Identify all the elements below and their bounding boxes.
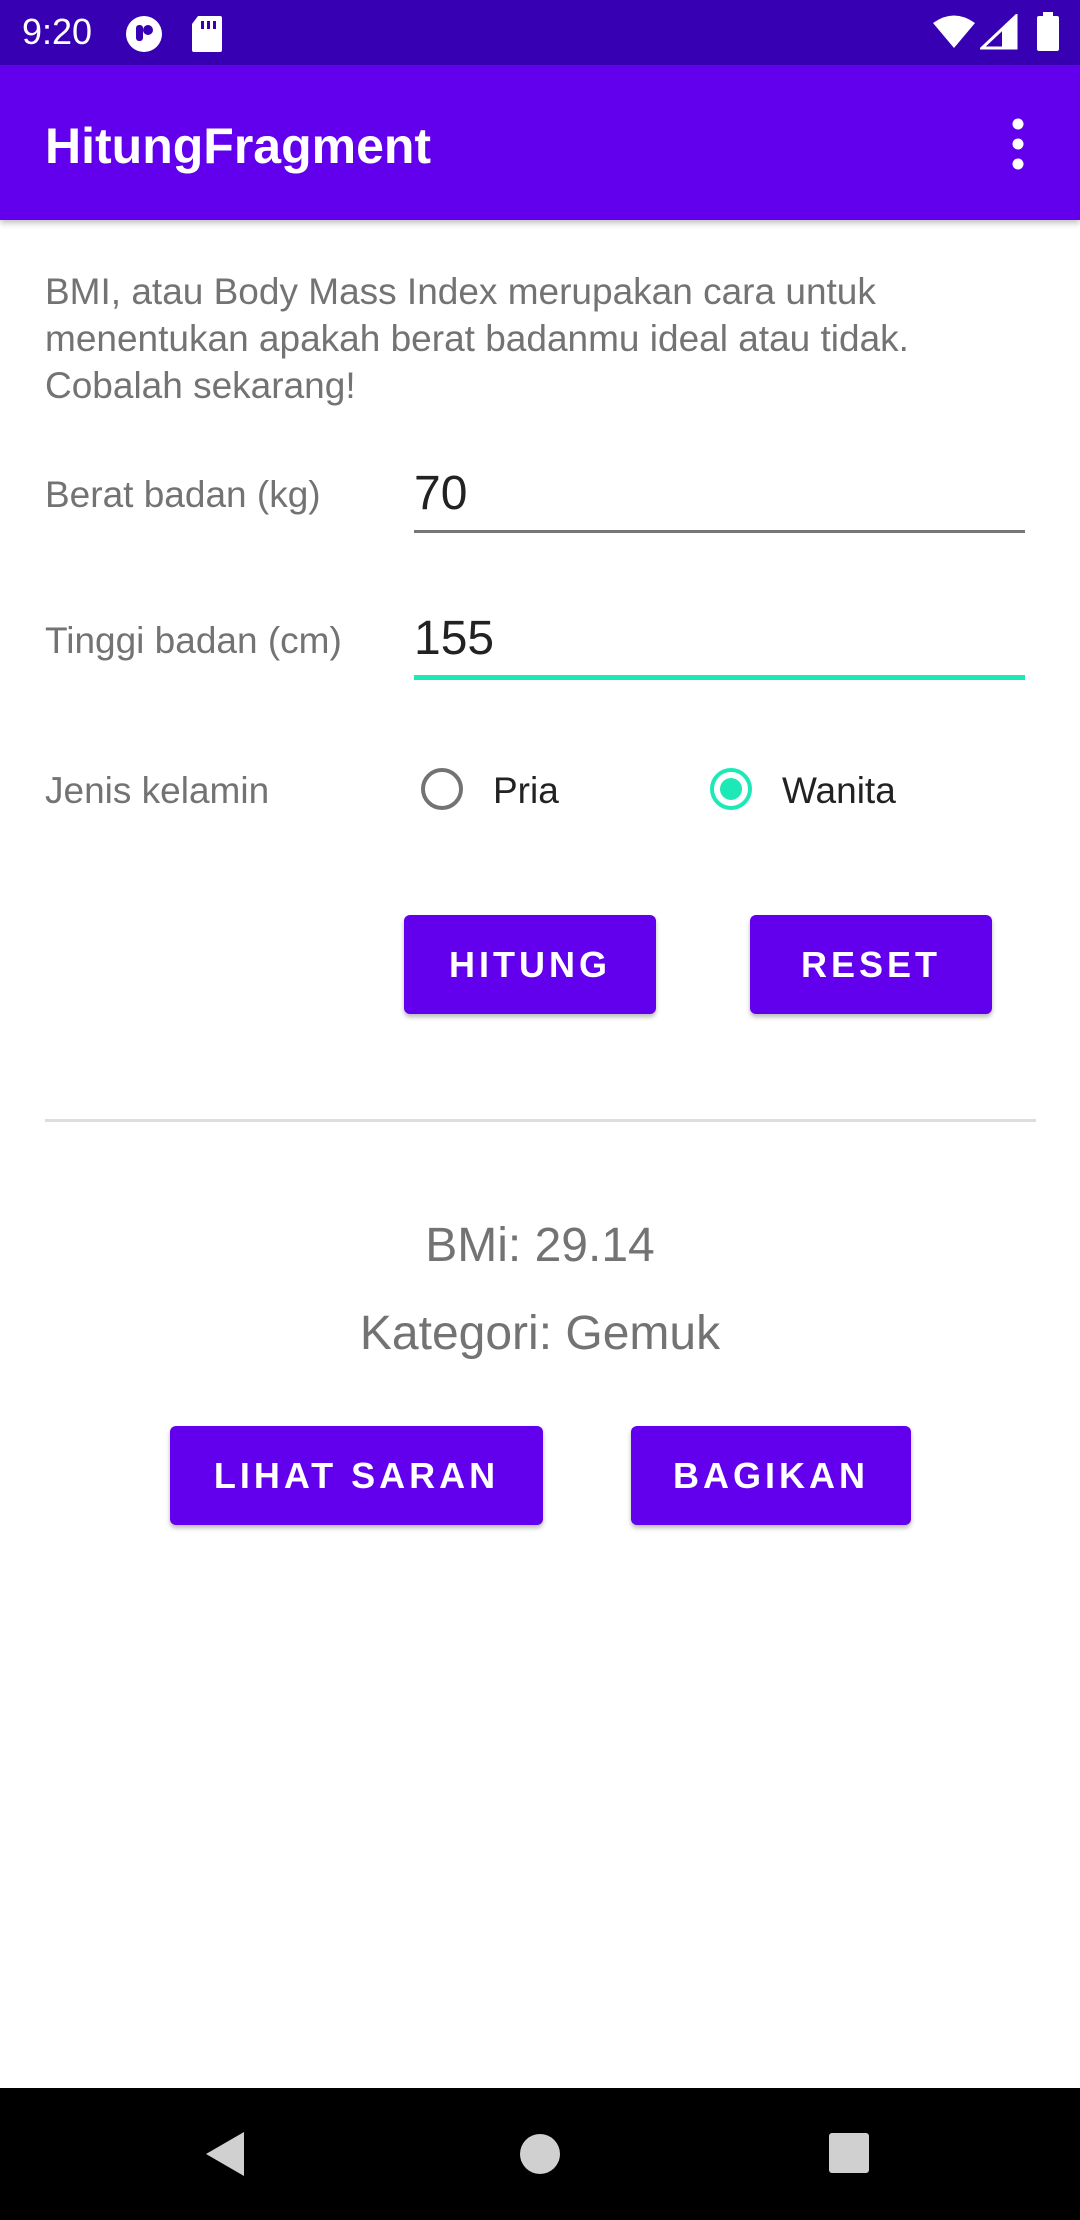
home-icon[interactable] bbox=[518, 2132, 562, 2176]
app-title: HitungFragment bbox=[45, 118, 432, 174]
lihat-saran-button[interactable]: LIHAT SARAN bbox=[170, 1426, 543, 1525]
weight-input[interactable] bbox=[414, 465, 1024, 523]
back-icon[interactable] bbox=[204, 2130, 248, 2178]
more-vert-icon[interactable] bbox=[990, 110, 1046, 180]
reset-button[interactable]: RESET bbox=[750, 915, 992, 1014]
notification-icon bbox=[126, 16, 162, 52]
category-result: Kategori: Gemuk bbox=[359, 1307, 721, 1360]
bmi-result: BMi: 29.14 bbox=[425, 1219, 655, 1272]
radio-pria[interactable] bbox=[420, 767, 464, 811]
intro-text: BMI, atau Body Mass Index merupakan cara… bbox=[45, 271, 909, 406]
wifi-icon bbox=[933, 15, 975, 48]
weight-label: Berat badan (kg) bbox=[45, 474, 321, 515]
divider bbox=[45, 1119, 1036, 1122]
battery-icon bbox=[1037, 12, 1059, 51]
signal-icon bbox=[980, 14, 1018, 50]
weight-input-underline bbox=[414, 530, 1025, 533]
status-time: 9:20 bbox=[22, 11, 93, 52]
radio-label-pria[interactable]: Pria bbox=[493, 769, 559, 813]
radio-wanita[interactable] bbox=[709, 767, 753, 811]
radio-label-wanita[interactable]: Wanita bbox=[782, 769, 896, 813]
sd-card-icon bbox=[192, 16, 222, 52]
bagikan-button[interactable]: BAGIKAN bbox=[631, 1426, 911, 1525]
gender-label: Jenis kelamin bbox=[45, 770, 270, 811]
height-label: Tinggi badan (cm) bbox=[45, 620, 342, 661]
recents-icon[interactable] bbox=[828, 2132, 870, 2174]
hitung-button[interactable]: HITUNG bbox=[404, 915, 656, 1014]
height-input-underline bbox=[414, 675, 1025, 680]
height-input[interactable] bbox=[414, 610, 1024, 668]
